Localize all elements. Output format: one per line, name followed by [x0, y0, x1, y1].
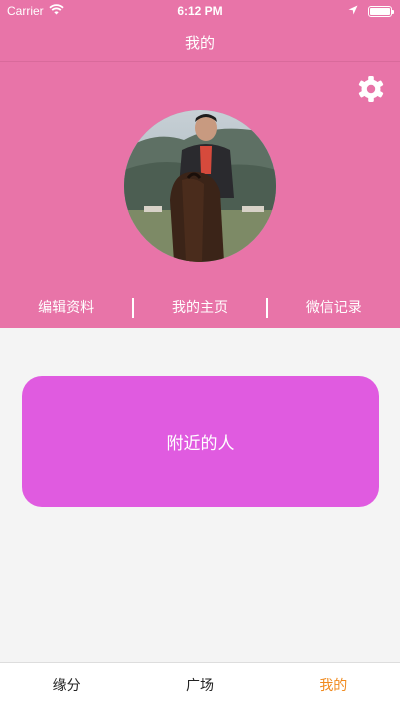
wechat-records-link[interactable]: 微信记录 [268, 294, 400, 322]
location-arrow-icon [348, 4, 358, 18]
my-homepage-link[interactable]: 我的主页 [134, 294, 266, 322]
status-time: 6:12 PM [177, 4, 223, 18]
navigation-bar: 我的 [0, 22, 400, 62]
settings-button[interactable] [355, 75, 387, 107]
tab-square[interactable]: 广场 [133, 663, 266, 710]
battery-icon [368, 5, 394, 17]
profile-links: 编辑资料 我的主页 微信记录 [0, 294, 400, 322]
avatar-photo [124, 110, 276, 262]
tab-bar: 缘分 广场 我的 [0, 662, 400, 710]
page-title: 我的 [184, 34, 215, 52]
tab-mine[interactable]: 我的 [267, 663, 400, 710]
tab-fate[interactable]: 缘分 [0, 663, 133, 710]
avatar[interactable] [124, 110, 276, 262]
profile-header: 编辑资料 我的主页 微信记录 [0, 62, 400, 328]
nearby-people-label: 附近的人 [166, 434, 235, 454]
edit-profile-link[interactable]: 编辑资料 [0, 294, 132, 322]
status-right [348, 4, 394, 18]
nearby-people-button[interactable]: 附近的人 [22, 376, 379, 507]
battery-fill [370, 7, 390, 15]
status-bar: Carrier 6:12 PM [0, 0, 400, 22]
gear-icon [356, 74, 386, 108]
